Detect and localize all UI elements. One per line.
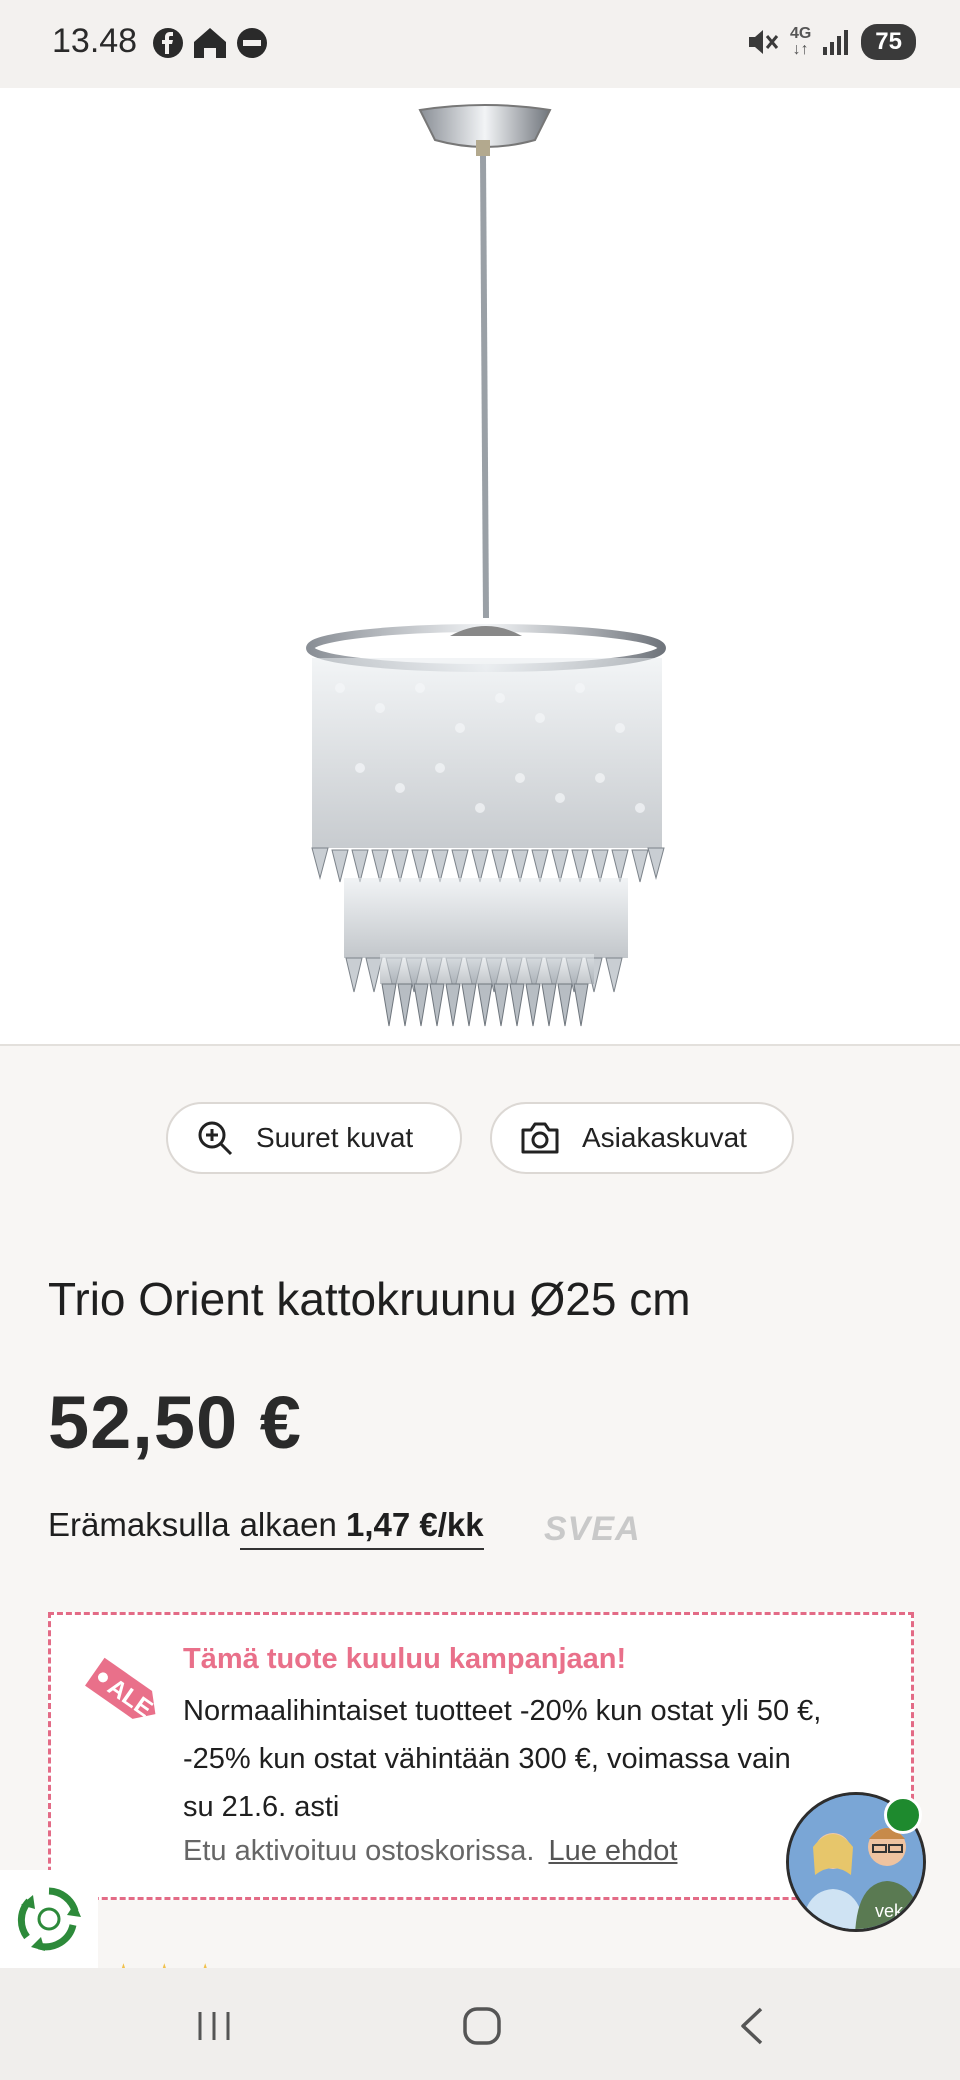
- product-title: Trio Orient kattokruunu Ø25 cm: [48, 1273, 691, 1325]
- large-images-button[interactable]: Suuret kuvat: [166, 1102, 462, 1174]
- home-button[interactable]: [452, 1998, 512, 2054]
- product-price: 52,50 €: [48, 1381, 302, 1464]
- installment-link[interactable]: alkaen 1,47 €/kk: [239, 1506, 484, 1550]
- campaign-title: Tämä tuote kuuluu kampanjaan!: [183, 1643, 627, 1675]
- network-type: 4G ↓↑: [789, 25, 812, 58]
- back-button[interactable]: [722, 1998, 782, 2054]
- chandelier-illustration: [306, 104, 666, 1027]
- sale-tag-icon: ALE: [85, 1657, 157, 1723]
- battery-indicator: 75: [861, 24, 916, 60]
- customer-images-label: Asiakaskuvat: [582, 1122, 747, 1153]
- chat-brand-text: veke: [875, 1901, 913, 1921]
- app-icon: [237, 28, 267, 58]
- status-time: 13.48: [52, 22, 138, 60]
- system-nav-bar: [0, 1968, 960, 2080]
- terms-link[interactable]: Lue ehdot: [548, 1835, 677, 1867]
- zoom-in-icon: [198, 1121, 233, 1156]
- installment-link-text: alkaen: [239, 1506, 337, 1543]
- campaign-body: Normaalihintaiset tuotteet -20% kun osta…: [183, 1695, 822, 1823]
- system-icons: 4G ↓↑ 75: [746, 24, 916, 60]
- facebook-icon: [153, 28, 183, 58]
- recycle-icon: [17, 1887, 81, 1951]
- customer-images-button[interactable]: Asiakaskuvat: [490, 1102, 794, 1174]
- campaign-box: ALE Tämä tuote kuuluu kampanjaan! Normaa…: [48, 1612, 914, 1900]
- home-app-icon: [194, 28, 226, 58]
- signal-icon: [823, 30, 849, 55]
- recent-apps-button[interactable]: [184, 1998, 244, 2054]
- online-status-dot: [884, 1796, 922, 1834]
- home-icon: [463, 2007, 501, 2045]
- product-image[interactable]: [0, 88, 960, 1046]
- mute-icon: [748, 30, 779, 54]
- recent-apps-icon: [198, 2012, 230, 2040]
- camera-icon: [521, 1122, 559, 1154]
- installment-prefix: Erämaksulla: [48, 1506, 230, 1543]
- back-icon: [741, 2007, 763, 2045]
- notification-icons: [152, 26, 268, 60]
- installment-amount: 1,47 €/kk: [346, 1506, 484, 1543]
- large-images-label: Suuret kuvat: [256, 1122, 414, 1153]
- status-bar: 13.48 4G ↓↑ 75: [0, 0, 960, 88]
- recycle-badge[interactable]: [0, 1870, 98, 1968]
- campaign-note-text: Etu aktivoituu ostoskorissa.: [183, 1835, 535, 1867]
- svea-logo: SVEA: [544, 1510, 641, 1548]
- installment-info: Erämaksulla alkaen 1,47 €/kk: [48, 1506, 484, 1550]
- campaign-note: Etu aktivoituu ostoskorissa. Lue ehdot: [183, 1835, 677, 1868]
